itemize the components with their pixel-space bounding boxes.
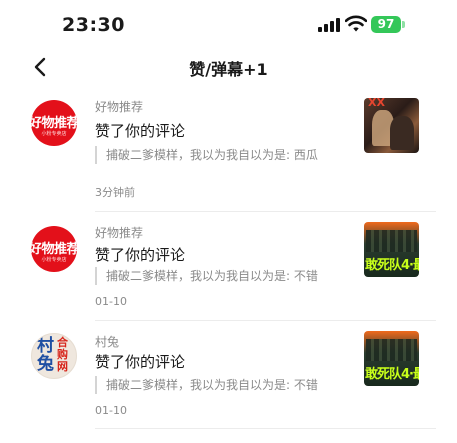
avatar-text: 兔 (37, 354, 54, 374)
wifi-icon (345, 15, 367, 32)
divider (95, 320, 436, 321)
avatar[interactable]: 村 兔 合 购 网 (31, 333, 77, 379)
notification-item[interactable]: 好物推荐 小粉专卖店 好物推荐 赞了你的评论 捕破二爹模样，我以为我自以为是: … (0, 222, 457, 322)
battery-icon: 97 (371, 16, 401, 33)
thumbnail-figures (366, 339, 417, 361)
divider (95, 428, 436, 429)
page-title: 赞/弹幕+1 (189, 60, 268, 79)
avatar[interactable]: 好物推荐 小粉专卖店 (31, 226, 77, 272)
thumbnail-figures (366, 230, 417, 252)
battery-level: 97 (377, 17, 395, 31)
video-thumbnail[interactable]: 敢死队4·最终 (364, 222, 419, 277)
avatar-text: 网 (57, 360, 68, 373)
action-text: 赞了你的评论 (95, 246, 186, 264)
notification-item[interactable]: 村 兔 合 购 网 村兔 赞了你的评论 捕破二爹模样，我以为我自以为是: 不错 … (0, 331, 457, 431)
thumbnail-title: XX (368, 98, 385, 109)
action-text: 赞了你的评论 (95, 122, 186, 140)
divider (95, 211, 436, 212)
comment-quote: 捕破二爹模样，我以为我自以为是: 西瓜 (95, 146, 318, 164)
nav-bar: 赞/弹幕+1 (0, 50, 457, 84)
cellular-signal-icon (318, 18, 340, 32)
avatar-text: 村 (37, 336, 54, 356)
battery-tip (402, 21, 405, 28)
avatar-subtext: 小粉专卖店 (41, 131, 67, 137)
avatar-text: 好物推荐 (31, 242, 77, 257)
timestamp: 01-10 (95, 295, 127, 308)
timestamp: 01-10 (95, 404, 127, 417)
action-text: 赞了你的评论 (95, 353, 186, 371)
comment-quote: 捕破二爹模样，我以为我自以为是: 不错 (95, 376, 318, 394)
video-thumbnail[interactable]: XX (364, 98, 419, 153)
status-time: 23:30 (62, 14, 125, 36)
avatar-text: 购 (57, 348, 68, 361)
video-thumbnail[interactable]: 敢死队4·最终 (364, 331, 419, 386)
username[interactable]: 村兔 (95, 333, 119, 350)
username[interactable]: 好物推荐 (95, 224, 143, 241)
avatar[interactable]: 好物推荐 小粉专卖店 (31, 100, 77, 146)
avatar-text: 好物推荐 (31, 116, 77, 131)
timestamp: 3分钟前 (95, 186, 135, 199)
avatar-text: 合 (57, 336, 68, 349)
thumbnail-title: 敢死队4·最终 (365, 367, 419, 382)
avatar-subtext: 小粉专卖店 (41, 257, 67, 263)
comment-quote: 捕破二爹模样，我以为我自以为是: 不错 (95, 267, 318, 285)
username[interactable]: 好物推荐 (95, 98, 143, 115)
status-bar: 23:30 97 (0, 0, 457, 50)
thumbnail-figure (390, 116, 414, 150)
thumbnail-title: 敢死队4·最终 (365, 258, 419, 273)
notification-item[interactable]: 好物推荐 小粉专卖店 好物推荐 赞了你的评论 捕破二爹模样，我以为我自以为是: … (0, 94, 457, 212)
